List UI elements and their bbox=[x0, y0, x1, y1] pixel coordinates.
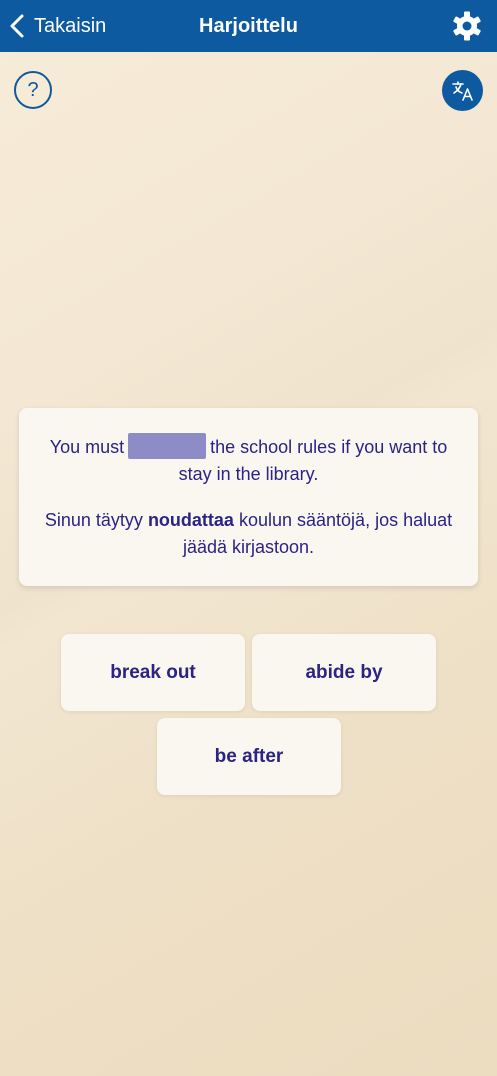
sentence-card: You must the school rules if you want to … bbox=[19, 408, 478, 586]
translate-button[interactable] bbox=[442, 70, 483, 111]
sentence-start: You must bbox=[49, 437, 125, 457]
back-button[interactable]: Takaisin bbox=[8, 0, 106, 52]
answer-be-after[interactable]: be after bbox=[157, 718, 341, 795]
gear-icon[interactable] bbox=[451, 10, 483, 42]
translation-start: Sinun täytyy bbox=[44, 510, 143, 530]
english-sentence: You must the school rules if you want to … bbox=[37, 433, 460, 488]
sentence-end: the school rules if you want to stay in … bbox=[178, 437, 448, 484]
chevron-left-icon bbox=[10, 14, 24, 38]
top-bar: Takaisin Harjoittelu bbox=[0, 0, 497, 52]
translation-highlight: noudattaa bbox=[147, 510, 234, 530]
back-label: Takaisin bbox=[34, 14, 107, 37]
answer-break-out[interactable]: break out bbox=[61, 634, 245, 711]
help-button[interactable]: ? bbox=[14, 71, 52, 109]
translate-icon bbox=[451, 80, 473, 101]
answer-abide-by[interactable]: abide by bbox=[252, 634, 436, 711]
finnish-translation: Sinun täytyy noudattaa koulun sääntöjä, … bbox=[37, 507, 460, 561]
answer-blank bbox=[128, 433, 207, 459]
